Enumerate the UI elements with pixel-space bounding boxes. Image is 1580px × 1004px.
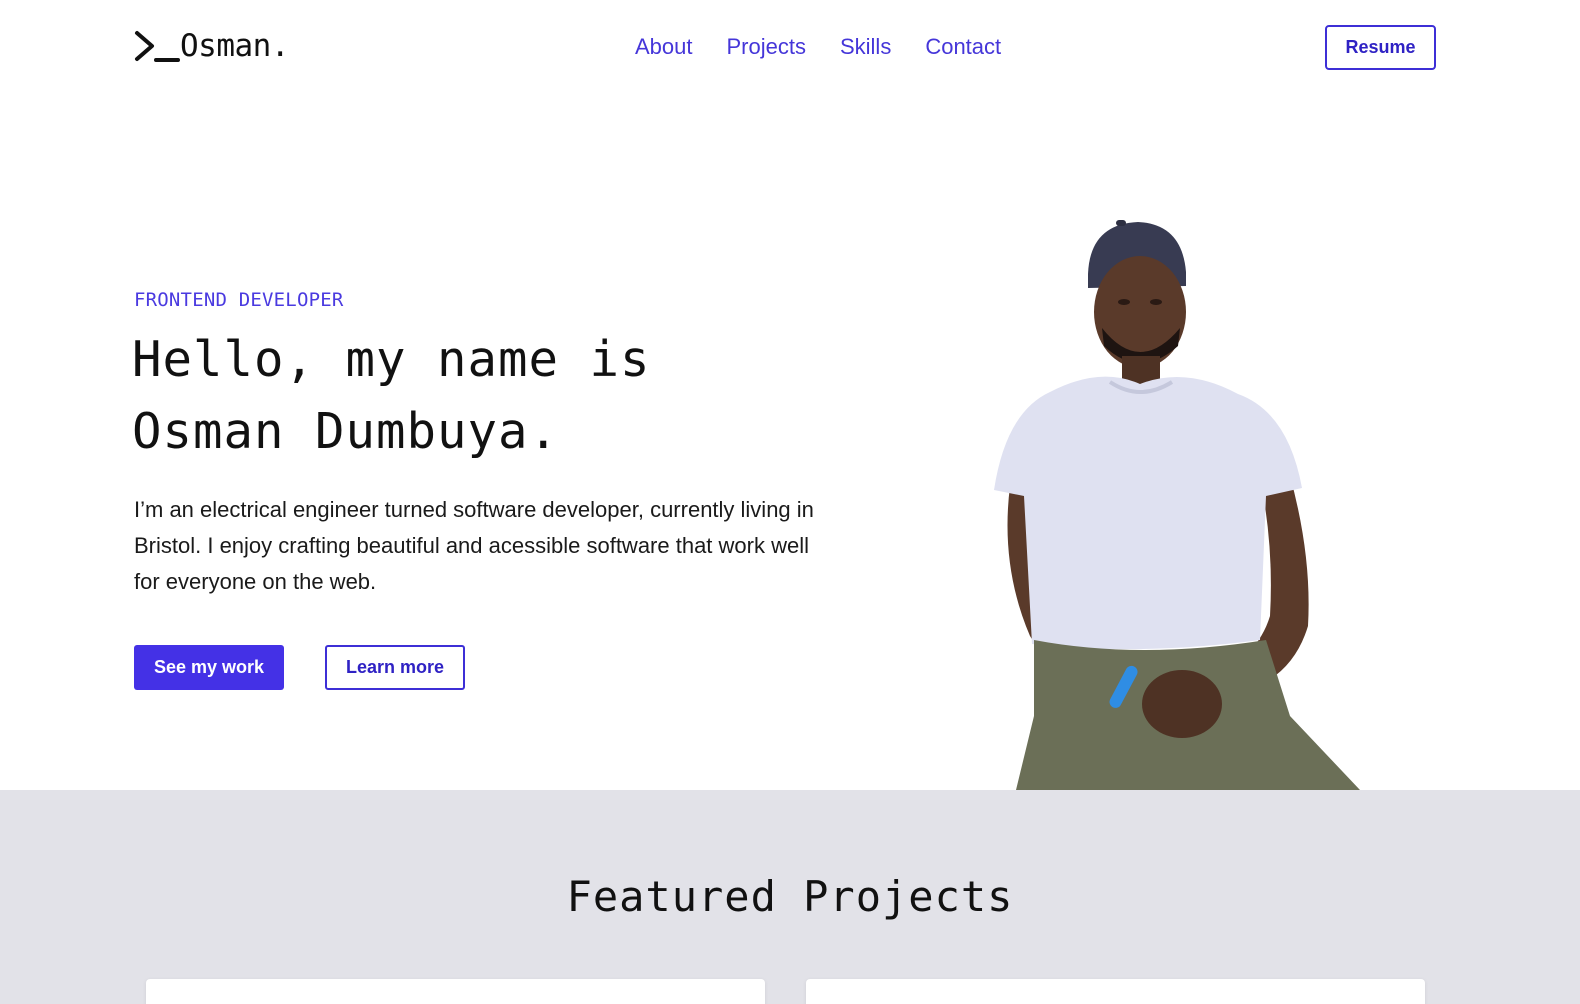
featured-projects-section: Featured Projects bbox=[0, 790, 1580, 1004]
site-header: Osman. About Projects Skills Contact Res… bbox=[0, 0, 1580, 96]
learn-more-button[interactable]: Learn more bbox=[325, 645, 465, 690]
nav-projects[interactable]: Projects bbox=[727, 30, 806, 64]
main-nav: About Projects Skills Contact bbox=[635, 30, 1001, 64]
hero-eyebrow: FRONTEND DEVELOPER bbox=[134, 289, 344, 311]
site-logo[interactable]: Osman. bbox=[134, 26, 289, 66]
hero-section: FRONTEND DEVELOPER Hello, my name is Osm… bbox=[0, 96, 1580, 790]
logo-text: Osman. bbox=[180, 28, 289, 64]
see-my-work-button[interactable]: See my work bbox=[134, 645, 284, 690]
resume-button[interactable]: Resume bbox=[1325, 25, 1436, 70]
project-card[interactable] bbox=[146, 979, 765, 1004]
featured-projects-title: Featured Projects bbox=[566, 872, 1014, 921]
portrait-photo bbox=[994, 220, 1360, 790]
hero-bio: I’m an electrical engineer turned softwa… bbox=[134, 497, 814, 594]
terminal-prompt-icon bbox=[135, 31, 180, 62]
nav-contact[interactable]: Contact bbox=[925, 30, 1001, 64]
project-card[interactable] bbox=[806, 979, 1425, 1004]
nav-about[interactable]: About bbox=[635, 30, 693, 64]
hero-headline: Hello, my name is Osman Dumbuya. bbox=[132, 331, 651, 460]
nav-skills[interactable]: Skills bbox=[840, 30, 891, 64]
